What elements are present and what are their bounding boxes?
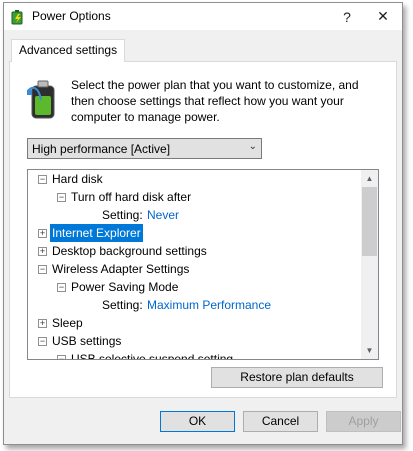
power-options-icon — [11, 10, 23, 25]
vertical-scrollbar[interactable]: ▲ ▼ — [361, 170, 378, 359]
window-title: Power Options — [32, 9, 111, 23]
title-bar: Power Options ? ✕ — [4, 3, 402, 30]
tree-row-label: Wireless Adapter Settings — [52, 262, 190, 276]
help-button[interactable]: ? — [330, 3, 364, 30]
tree-row[interactable]: + Desktop background settings — [28, 242, 361, 260]
tree-row[interactable]: − USB selective suspend setting — [28, 350, 361, 359]
tree-row-label: USB selective suspend setting — [71, 352, 234, 359]
power-plan-select[interactable]: High performance [Active] ⌄ — [27, 138, 262, 159]
close-button[interactable]: ✕ — [366, 3, 400, 30]
battery-icon — [27, 80, 55, 119]
tree-row[interactable]: Setting: Never — [28, 206, 361, 224]
power-options-dialog: Power Options ? ✕ Advanced settings Sele… — [3, 2, 403, 445]
tree-row[interactable]: − Hard disk — [28, 170, 361, 188]
apply-button[interactable]: Apply — [326, 411, 401, 432]
tree-row-label: Desktop background settings — [52, 244, 207, 258]
tree-row[interactable]: − Turn off hard disk after — [28, 188, 361, 206]
collapse-icon[interactable]: − — [38, 175, 47, 184]
scroll-down-icon[interactable]: ▼ — [361, 342, 378, 359]
tree-row[interactable]: + Internet Explorer — [28, 224, 361, 242]
settings-tree-content: − Hard disk − Turn off hard disk after Setti… — [28, 170, 361, 359]
collapse-icon[interactable]: − — [57, 283, 66, 292]
tree-row-label: USB settings — [52, 334, 122, 348]
tree-row-label: Internet Explorer — [50, 224, 143, 242]
expand-icon[interactable]: + — [38, 319, 47, 328]
power-plan-value: High performance [Active] — [32, 142, 171, 156]
setting-value[interactable]: Maximum Performance — [147, 296, 271, 314]
setting-key: Setting: — [102, 208, 143, 222]
expand-icon[interactable]: + — [38, 247, 47, 256]
tree-row-label: Hard disk — [52, 172, 103, 186]
collapse-icon[interactable]: − — [38, 265, 47, 274]
tree-row[interactable]: − Power Saving Mode — [28, 278, 361, 296]
tree-row-label: Power Saving Mode — [71, 280, 179, 294]
tab-advanced-settings[interactable]: Advanced settings — [11, 39, 126, 62]
scroll-thumb[interactable] — [362, 187, 377, 256]
settings-tree[interactable]: − Hard disk − Turn off hard disk after Setti… — [27, 169, 379, 360]
setting-value[interactable]: Never — [147, 206, 179, 224]
tree-row-label: Sleep — [52, 316, 83, 330]
expand-icon[interactable]: + — [38, 229, 47, 238]
collapse-icon[interactable]: − — [57, 193, 66, 202]
cancel-button[interactable]: Cancel — [243, 411, 318, 432]
ok-button[interactable]: OK — [160, 411, 235, 432]
tree-row[interactable]: + Sleep — [28, 314, 361, 332]
tree-row-label: Turn off hard disk after — [71, 190, 192, 204]
restore-plan-defaults-button[interactable]: Restore plan defaults — [211, 367, 383, 388]
collapse-icon[interactable]: − — [57, 355, 66, 359]
advanced-settings-panel: Select the power plan that you want to c… — [9, 61, 397, 398]
tree-row[interactable]: Setting: Maximum Performance — [28, 296, 361, 314]
description-text: Select the power plan that you want to c… — [71, 78, 359, 124]
tree-row[interactable]: − USB settings — [28, 332, 361, 350]
setting-key: Setting: — [102, 298, 143, 312]
tree-row[interactable]: − Wireless Adapter Settings — [28, 260, 361, 278]
scroll-up-icon[interactable]: ▲ — [361, 170, 378, 187]
chevron-down-icon: ⌄ — [248, 141, 257, 152]
collapse-icon[interactable]: − — [38, 337, 47, 346]
